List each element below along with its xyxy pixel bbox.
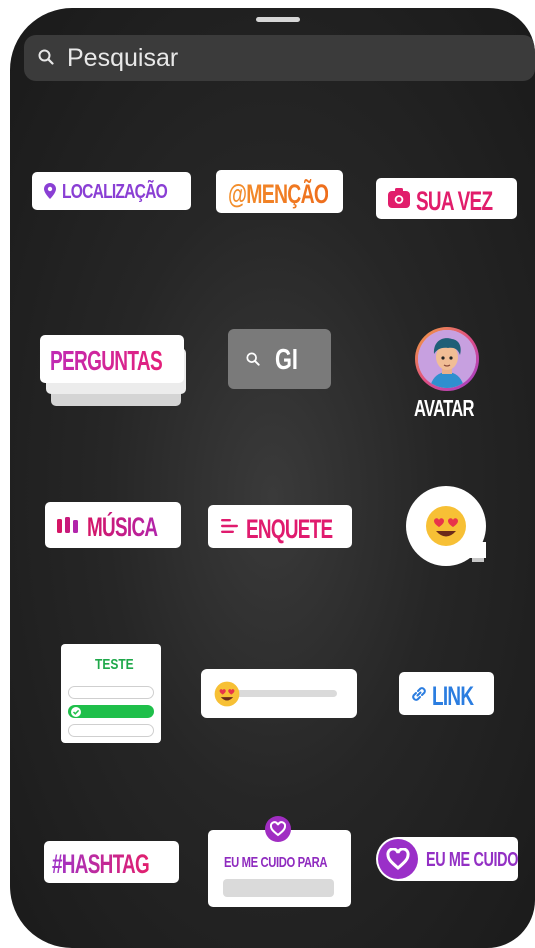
- poll-lines-icon: [221, 519, 238, 533]
- heart-eyes-emoji-icon: [426, 506, 466, 546]
- camera-icon: [388, 188, 410, 208]
- questions-label: PERGUNTAS: [50, 345, 163, 376]
- location-sticker[interactable]: LOCALIZAÇÃO: [32, 172, 191, 210]
- search-input[interactable]: Pesquisar: [67, 44, 178, 72]
- hashtag-sticker[interactable]: #HASHTAG: [44, 841, 179, 883]
- your-turn-sticker[interactable]: SUA VEZ: [376, 178, 517, 219]
- self-care-label: EU ME CUIDO: [426, 849, 519, 871]
- quiz-option: [68, 686, 154, 699]
- link-sticker[interactable]: LINK: [399, 672, 494, 715]
- quiz-correct-option: [68, 705, 154, 718]
- location-pin-icon: [44, 183, 56, 199]
- search-icon: [38, 49, 54, 65]
- heart-eyes-emoji-icon: [214, 681, 240, 707]
- gif-label: GI: [275, 344, 298, 376]
- emoji-slider-sticker[interactable]: [201, 669, 357, 718]
- link-label: LINK: [432, 681, 474, 711]
- self-care-sticker[interactable]: EU ME CUIDO: [376, 837, 518, 881]
- music-bars-icon: [57, 517, 78, 533]
- quiz-label: TESTE: [95, 656, 134, 673]
- search-icon: [246, 352, 260, 366]
- self-care-input-bar: [223, 879, 334, 897]
- self-care-prompt-label: EU ME CUIDO PARA: [224, 854, 328, 871]
- drag-handle[interactable]: [256, 17, 300, 22]
- avatar-image: [418, 330, 476, 388]
- quiz-sticker[interactable]: TESTE: [61, 644, 161, 743]
- your-turn-label: SUA VEZ: [416, 186, 493, 216]
- search-bar[interactable]: Pesquisar: [24, 35, 535, 81]
- poll-label: ENQUETE: [246, 514, 333, 544]
- check-icon: [71, 706, 81, 717]
- location-label: LOCALIZAÇÃO: [62, 181, 168, 203]
- mention-sticker[interactable]: @MENÇÃO: [216, 170, 343, 213]
- link-icon: [412, 687, 426, 701]
- quiz-option: [68, 724, 154, 737]
- music-label: MÚSICA: [87, 512, 158, 542]
- slider-track: [229, 690, 337, 697]
- avatar-sticker[interactable]: [415, 327, 479, 391]
- gif-sticker[interactable]: GI: [228, 329, 331, 389]
- heart-badge-icon: [265, 816, 291, 842]
- heart-badge-icon: [378, 839, 418, 879]
- mention-label: @MENÇÃO: [228, 179, 329, 209]
- sticker-tray: Pesquisar LOCALIZAÇÃO @MENÇÃO SUA VEZ PE…: [10, 8, 535, 948]
- poll-sticker[interactable]: ENQUETE: [208, 505, 352, 548]
- hashtag-label: #HASHTAG: [52, 849, 150, 879]
- questions-sticker[interactable]: PERGUNTAS: [40, 335, 184, 383]
- emoji-reaction-sticker[interactable]: [406, 486, 486, 566]
- music-sticker[interactable]: MÚSICA: [45, 502, 181, 548]
- avatar-label: AVATAR: [414, 395, 474, 421]
